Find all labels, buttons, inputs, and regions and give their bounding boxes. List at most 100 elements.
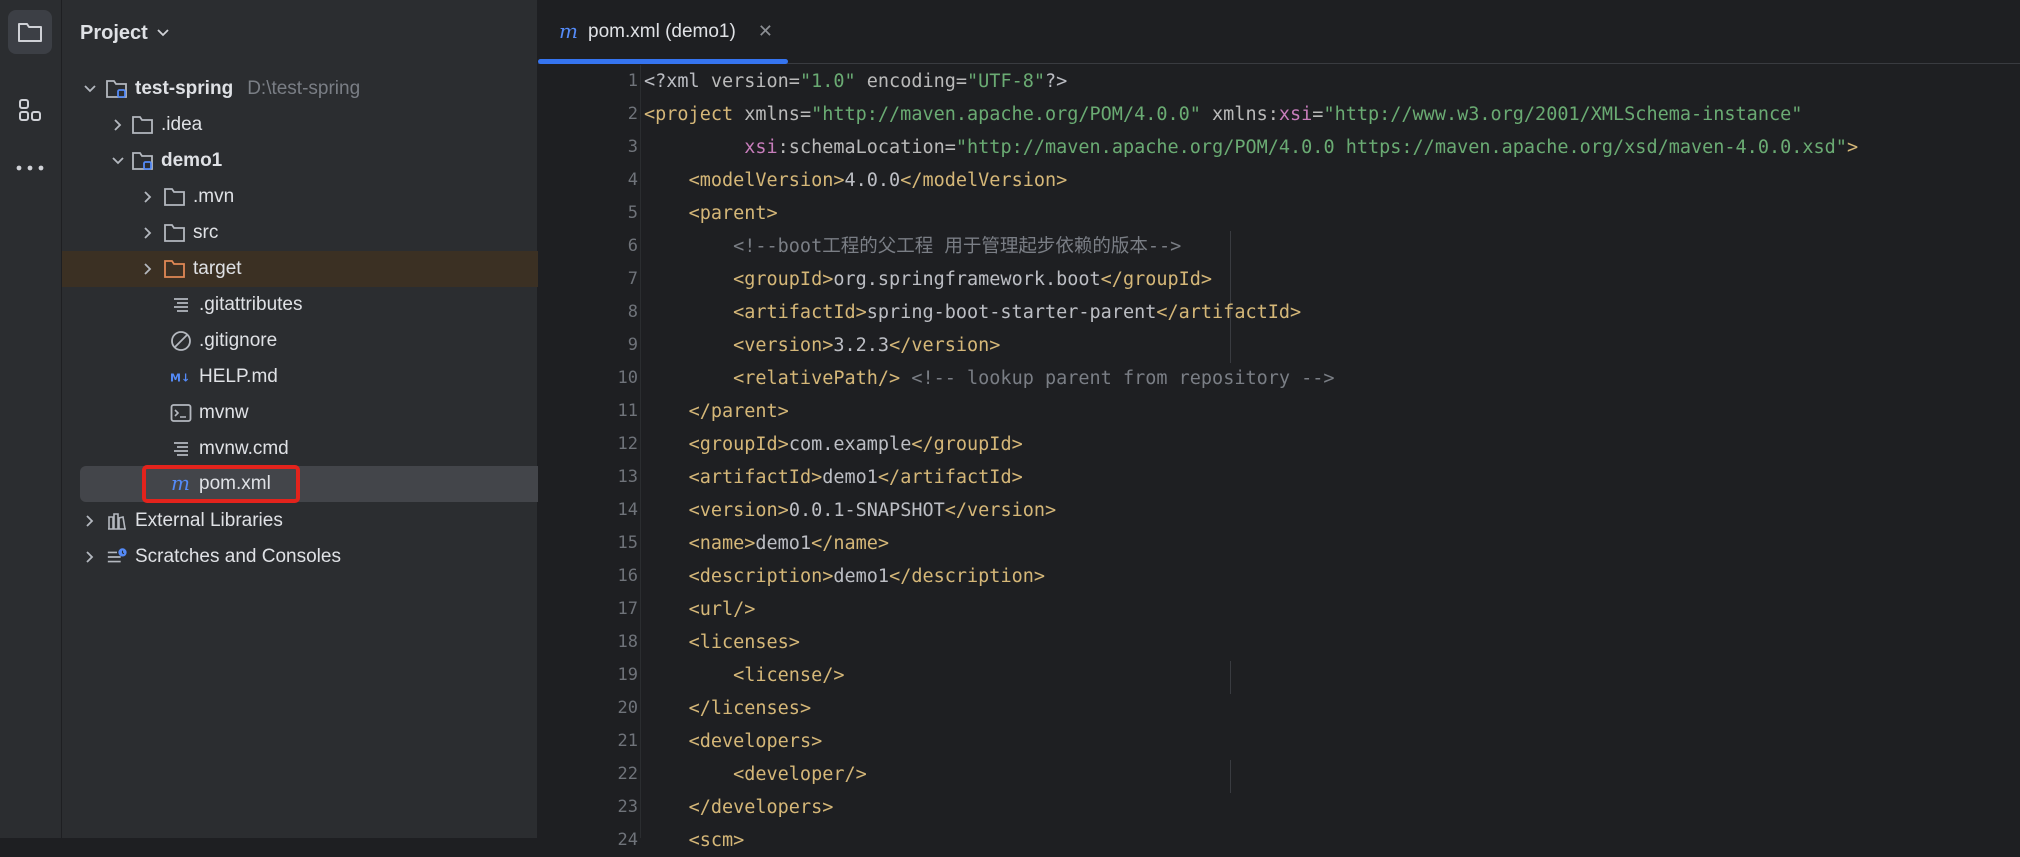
code-line[interactable]: </parent> [644, 395, 789, 428]
code-token: <artifactId> [733, 302, 867, 323]
code-token: </developers> [688, 797, 834, 818]
code-line[interactable]: xsi:schemaLocation="http://maven.apache.… [644, 131, 1858, 164]
code-line[interactable]: <project xmlns="http://maven.apache.org/… [644, 98, 1802, 131]
code-line[interactable]: <groupId>org.springframework.boot</group… [644, 263, 1212, 296]
code-token: </modelVersion> [900, 170, 1068, 191]
code-line[interactable]: <groupId>com.example</groupId> [644, 428, 1023, 461]
line-number: 6 [627, 236, 638, 256]
code-token: 3.2.3 [833, 335, 890, 356]
line-number: 11 [617, 401, 638, 421]
code-line[interactable]: <licenses> [644, 626, 800, 659]
code-token: <artifactId> [688, 467, 823, 488]
code-line[interactable]: <name>demo1</name> [644, 527, 890, 560]
code-token: spring-boot-starter-parent [866, 302, 1157, 323]
tree-item-target[interactable]: target [62, 251, 615, 287]
code-line[interactable]: <?xml version="1.0" encoding="UTF-8"?> [644, 65, 1067, 98]
tree-item-idea[interactable]: .idea [62, 107, 585, 143]
chevron-right-icon[interactable] [140, 189, 156, 205]
ignore-file-icon [170, 330, 192, 352]
code-line[interactable]: <license/> [644, 659, 844, 692]
chevron-down-icon[interactable] [82, 81, 98, 97]
line-number: 8 [627, 302, 638, 322]
tree-item-scratches[interactable]: Scratches and Consoles [62, 539, 557, 575]
chevron-right-icon[interactable] [82, 549, 98, 565]
tree-item-pom-xml[interactable]: m pom.xml [80, 466, 610, 502]
code-line[interactable]: <version>3.2.3</version> [644, 329, 1000, 362]
code-line[interactable]: <developer/> [644, 758, 867, 791]
chevron-down-icon[interactable] [110, 153, 126, 169]
tree-item-demo1[interactable]: demo1 [62, 143, 585, 179]
code-token: <groupId> [688, 434, 789, 455]
project-tool-button[interactable] [8, 10, 52, 54]
code-line[interactable]: <description>demo1</description> [644, 560, 1045, 593]
code-token: :schemaLocation= [777, 137, 956, 158]
code-token: <developer/> [733, 764, 867, 785]
line-number: 21 [617, 731, 638, 751]
svg-text:m: m [559, 22, 578, 42]
code-line[interactable]: <developers> [644, 725, 823, 758]
code-line[interactable]: <modelVersion>4.0.0</modelVersion> [644, 164, 1068, 197]
code-line[interactable]: </developers> [644, 791, 834, 824]
tab-pom-xml[interactable]: m pom.xml (demo1) ✕ [538, 0, 788, 64]
code-line[interactable]: <relativePath/> <!-- lookup parent from … [644, 362, 1335, 395]
line-number: 7 [627, 269, 638, 289]
project-panel-header[interactable]: Project [80, 18, 170, 48]
close-icon[interactable]: ✕ [758, 21, 773, 42]
tree-item-label: mvnw [199, 402, 249, 423]
code-token: "UTF-8" [967, 71, 1045, 92]
tree-item-label: External Libraries [135, 510, 283, 531]
tree-item-src[interactable]: src [62, 215, 615, 251]
line-number: 13 [617, 467, 638, 487]
markdown-icon: M↓ [170, 366, 192, 388]
code-token: = [1312, 104, 1324, 125]
tree-item-label: .gitignore [199, 330, 278, 351]
code-line[interactable]: <!--boot工程的父工程 用于管理起步依赖的版本--> [644, 230, 1181, 263]
code-line[interactable]: <artifactId>demo1</artifactId> [644, 461, 1023, 494]
code-token: <modelVersion> [688, 170, 845, 191]
tree-item-label: .idea [161, 114, 203, 135]
code-line[interactable]: <scm> [644, 824, 745, 857]
line-number: 16 [617, 566, 638, 586]
chevron-right-icon[interactable] [140, 225, 156, 241]
chevron-right-icon[interactable] [140, 261, 156, 277]
tree-item-path: D:\test-spring [247, 78, 361, 99]
chevron-right-icon[interactable] [110, 117, 126, 133]
tree-item-label: target [193, 258, 242, 279]
tree-item-test-spring[interactable]: test-spring D:\test-spring [62, 71, 557, 107]
code-token: <groupId> [733, 269, 834, 290]
tree-item-external-libraries[interactable]: External Libraries [62, 503, 557, 539]
tree-item-label: mvnw.cmd [199, 438, 289, 459]
chevron-right-icon[interactable] [82, 513, 98, 529]
indent-guide [1230, 661, 1231, 694]
structure-tool-button[interactable] [8, 88, 52, 132]
code-line[interactable]: <version>0.0.1-SNAPSHOT</version> [644, 494, 1057, 527]
tree-item-mvn[interactable]: .mvn [62, 179, 615, 215]
code-token: <project [644, 104, 745, 125]
code-token: </licenses> [688, 698, 812, 719]
structure-icon [19, 99, 41, 121]
code-token: xsi [744, 137, 778, 158]
code-line[interactable]: </licenses> [644, 692, 812, 725]
code-token: "http://maven.apache.org/POM/4.0.0 https… [955, 137, 1847, 158]
tree-item-label: HELP.md [199, 366, 278, 387]
code-line[interactable]: <parent> [644, 197, 778, 230]
code-token: <licenses> [688, 632, 800, 653]
code-token: <!-- lookup parent from repository --> [900, 368, 1335, 389]
code-line[interactable]: <artifactId>spring-boot-starter-parent</… [644, 296, 1301, 329]
line-number: 3 [627, 137, 638, 157]
more-tools-button[interactable] [8, 146, 52, 190]
code-line[interactable]: <url/> [644, 593, 756, 626]
code-token: </version> [944, 500, 1057, 521]
code-token: 0.0.1-SNAPSHOT [788, 500, 945, 521]
